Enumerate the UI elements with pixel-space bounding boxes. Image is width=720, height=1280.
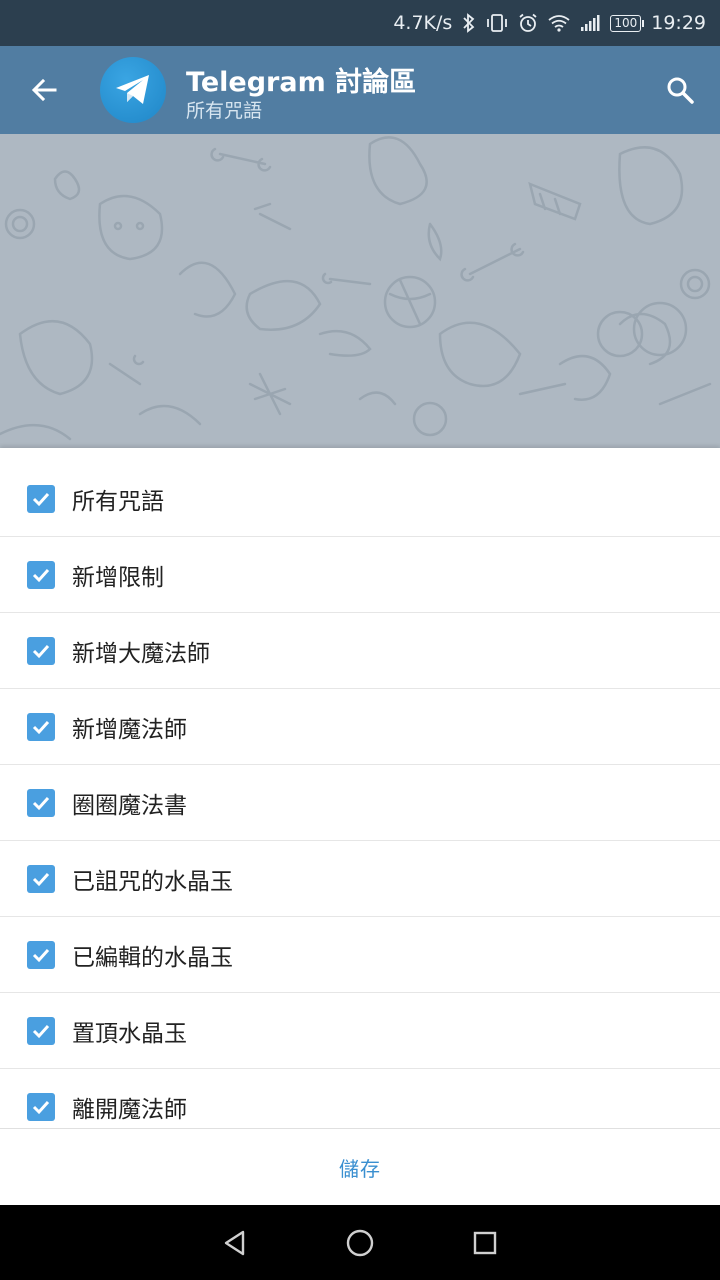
list-item[interactable]: 置頂水晶玉 [0,993,720,1069]
checkbox[interactable] [27,788,55,817]
check-icon [32,492,50,506]
list-item[interactable]: 新增限制 [0,537,720,613]
arrow-left-icon [31,78,57,102]
signal-icon [580,14,600,32]
nav-home-button[interactable] [340,1223,380,1263]
permissions-sheet: 所有咒語 新增限制 新增大魔法師 新增魔法師 圈圈魔法書 已詛咒的水晶玉 已編輯… [0,448,720,1205]
navigation-bar [0,1205,720,1280]
check-icon [32,796,50,810]
doodle-pattern [0,136,712,441]
checkbox[interactable] [27,484,55,513]
net-speed: 4.7K/s [393,12,453,34]
checkbox[interactable] [27,864,55,893]
list-item-label: 已編輯的水晶玉 [72,944,233,971]
nav-recents-button[interactable] [465,1223,505,1263]
check-icon [32,1024,50,1038]
permissions-list[interactable]: 所有咒語 新增限制 新增大魔法師 新增魔法師 圈圈魔法書 已詛咒的水晶玉 已編輯… [0,461,720,1128]
list-item-label: 新增魔法師 [72,716,187,743]
list-item[interactable]: 新增魔法師 [0,689,720,765]
alarm-icon [518,13,538,33]
chat-title: Telegram 討論區 [186,67,417,98]
list-item[interactable]: 已詛咒的水晶玉 [0,841,720,917]
checkbox[interactable] [27,712,55,741]
checkbox[interactable] [27,1092,55,1121]
checkbox[interactable] [27,636,55,665]
list-item-label: 置頂水晶玉 [72,1020,187,1047]
list-item-label: 圈圈魔法書 [72,792,187,819]
check-icon [32,720,50,734]
wifi-icon [548,14,570,32]
check-icon [32,872,50,886]
save-bar: 儲存 [0,1128,720,1206]
list-item[interactable]: 所有咒語 [0,461,720,537]
vibrate-icon [486,13,508,33]
list-item[interactable]: 已編輯的水晶玉 [0,917,720,993]
list-item-label: 所有咒語 [72,488,164,515]
triangle-back-icon [224,1230,245,1256]
app-bar: Telegram 討論區 所有咒語 [0,46,720,134]
search-icon [667,77,694,104]
list-item-label: 新增大魔法師 [72,640,210,667]
list-item[interactable]: 新增大魔法師 [0,613,720,689]
square-recents-icon [473,1231,497,1255]
list-item-label: 新增限制 [72,564,164,591]
check-icon [32,644,50,658]
check-icon [32,1100,50,1114]
battery-icon: 100 [610,14,645,32]
list-item[interactable]: 圈圈魔法書 [0,765,720,841]
search-button[interactable] [658,68,702,112]
list-item-label: 離開魔法師 [72,1096,187,1123]
checkbox[interactable] [27,1016,55,1045]
list-item-label: 已詛咒的水晶玉 [72,868,233,895]
list-item[interactable]: 離開魔法師 [0,1069,720,1128]
avatar[interactable] [100,57,166,123]
nav-back-button[interactable] [215,1223,255,1263]
circle-home-icon [346,1229,374,1257]
clock-time: 19:29 [651,12,706,34]
chat-subtitle: 所有咒語 [186,100,263,122]
bluetooth-icon [462,13,476,33]
back-button[interactable] [22,68,66,112]
chat-wallpaper [0,134,720,448]
telegram-plane-icon [116,75,149,104]
save-button[interactable]: 儲存 [315,1143,405,1192]
checkbox[interactable] [27,560,55,589]
checkbox[interactable] [27,940,55,969]
check-icon [32,948,50,962]
check-icon [32,568,50,582]
status-bar: 4.7K/s 100 19:29 [0,0,720,46]
